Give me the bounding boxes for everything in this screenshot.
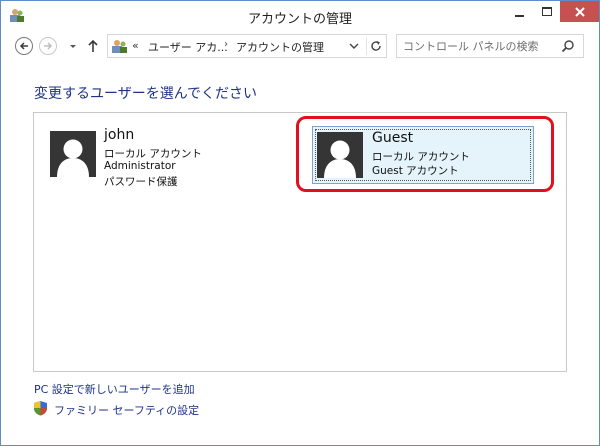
user-password-status: パスワード保護	[104, 176, 178, 188]
chevron-down-icon	[349, 43, 359, 49]
add-user-link[interactable]: PC 設定で新しいユーザーを追加	[34, 381, 195, 397]
navigation-toolbar: « ユーザー アカ... › アカウントの管理	[1, 31, 599, 63]
breadcrumb-item-user-accounts[interactable]: ユーザー アカ...	[148, 39, 228, 55]
forward-button[interactable]	[39, 37, 57, 55]
user-silhouette-icon	[57, 139, 89, 177]
avatar	[50, 131, 96, 177]
close-button[interactable]	[560, 1, 599, 22]
back-button[interactable]	[15, 37, 33, 55]
minimize-button[interactable]	[506, 1, 533, 22]
breadcrumb-item-manage-accounts[interactable]: アカウントの管理	[236, 39, 324, 55]
maximize-button[interactable]	[533, 1, 560, 22]
user-tile-john[interactable]: john ローカル アカウント Administrator パスワード保護	[50, 127, 250, 189]
title-bar[interactable]: アカウントの管理	[1, 1, 599, 31]
page-heading: 変更するユーザーを選んでください	[34, 86, 258, 102]
user-name: john	[104, 127, 135, 143]
breadcrumb-overflow[interactable]: «	[132, 39, 139, 52]
recent-locations-chevron-down-icon[interactable]	[66, 39, 80, 53]
uac-shield-icon	[34, 401, 47, 416]
minimize-icon	[515, 14, 524, 17]
family-safety-link[interactable]: ファミリー セーフティの設定	[54, 402, 199, 418]
account-management-window: アカウントの管理 « ユーザー アカ... › アカウントの管理 コントロール …	[0, 0, 600, 446]
selection-highlight-frame	[296, 116, 554, 192]
refresh-icon	[371, 41, 381, 51]
forward-arrow-icon	[44, 42, 53, 50]
maximize-icon	[541, 7, 552, 16]
search-box[interactable]	[396, 34, 584, 58]
search-icon[interactable]	[561, 39, 575, 53]
search-input[interactable]	[397, 35, 563, 57]
user-role: Administrator	[104, 160, 176, 172]
back-arrow-icon	[19, 42, 28, 50]
address-dropdown-button[interactable]	[346, 37, 362, 55]
user-account-type: ローカル アカウント	[104, 148, 202, 160]
close-icon	[574, 6, 585, 17]
users-control-panel-icon	[112, 40, 127, 53]
address-bar[interactable]: « ユーザー アカ... › アカウントの管理	[107, 34, 387, 58]
refresh-button[interactable]	[366, 37, 385, 55]
up-arrow-icon[interactable]	[85, 37, 101, 55]
breadcrumb-separator[interactable]: ›	[224, 39, 228, 50]
